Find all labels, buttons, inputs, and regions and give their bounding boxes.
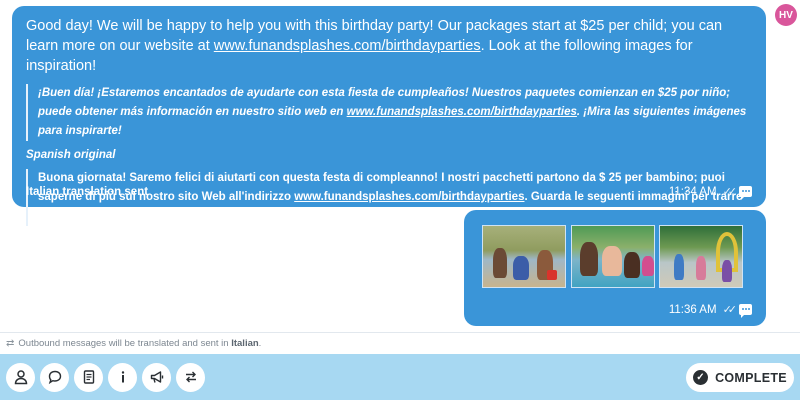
broadcast-button[interactable] — [142, 362, 171, 392]
transfer-icon — [185, 371, 196, 383]
outbound-message-bubble: Good day! We will be happy to help you w… — [12, 6, 766, 226]
notes-button[interactable] — [74, 362, 103, 392]
read-receipt-icon: ✓✓ — [722, 186, 738, 198]
spanish-original-quote: ¡Buen día! ¡Estaremos encantados de ayud… — [26, 84, 752, 141]
person-icon — [14, 370, 27, 385]
message-meta: 11:36 AM ✓✓ — [668, 303, 752, 318]
girls-in-pool-photo[interactable] — [571, 225, 655, 288]
kids-on-beach-photo[interactable] — [482, 225, 566, 288]
comment-icon[interactable] — [739, 304, 752, 318]
chat-area: HV Good day! We will be happy to help yo… — [0, 0, 800, 330]
info-button[interactable] — [108, 362, 137, 392]
original-language-label: Spanish original — [26, 149, 116, 161]
contact-button[interactable] — [6, 362, 35, 392]
read-receipt-icon: ✓✓ — [722, 304, 738, 316]
message-footer: Italian translation sent 11:34 AM ✓✓ — [26, 185, 752, 200]
website-link[interactable]: www.funandsplashes.com/birthdayparties — [214, 38, 481, 54]
document-icon — [83, 370, 94, 384]
check-circle-icon: ✓ — [693, 370, 709, 385]
translation-notice: ⇄ Outbound messages will be translated a… — [0, 332, 800, 354]
translate-icon: ⇄ — [6, 338, 15, 349]
message-text: Good day! We will be happy to help you w… — [26, 18, 723, 74]
chat-icon — [48, 370, 61, 385]
kids-at-splash-pad-photo[interactable] — [659, 225, 743, 288]
website-link[interactable]: www.funandsplashes.com/birthdayparties — [347, 106, 577, 118]
message-time: 11:34 AM — [668, 185, 717, 198]
megaphone-icon — [150, 371, 163, 383]
notice-text: Outbound messages will be translated and… — [18, 338, 262, 349]
conversation-toolbar: ✓ COMPLETE — [0, 354, 800, 400]
conversations-button[interactable] — [40, 362, 69, 392]
complete-label: COMPLETE — [715, 370, 787, 385]
message-time: 11:36 AM — [668, 303, 717, 316]
message-meta: 11:34 AM ✓✓ — [668, 185, 752, 200]
comment-icon[interactable] — [739, 186, 752, 200]
translation-status: Italian translation sent — [26, 185, 149, 198]
complete-button[interactable]: ✓ COMPLETE — [686, 363, 794, 392]
outbound-image-message: 11:36 AM ✓✓ — [464, 210, 766, 326]
transfer-button[interactable] — [176, 362, 205, 392]
avatar[interactable]: HV — [775, 4, 797, 26]
info-icon — [121, 371, 124, 383]
